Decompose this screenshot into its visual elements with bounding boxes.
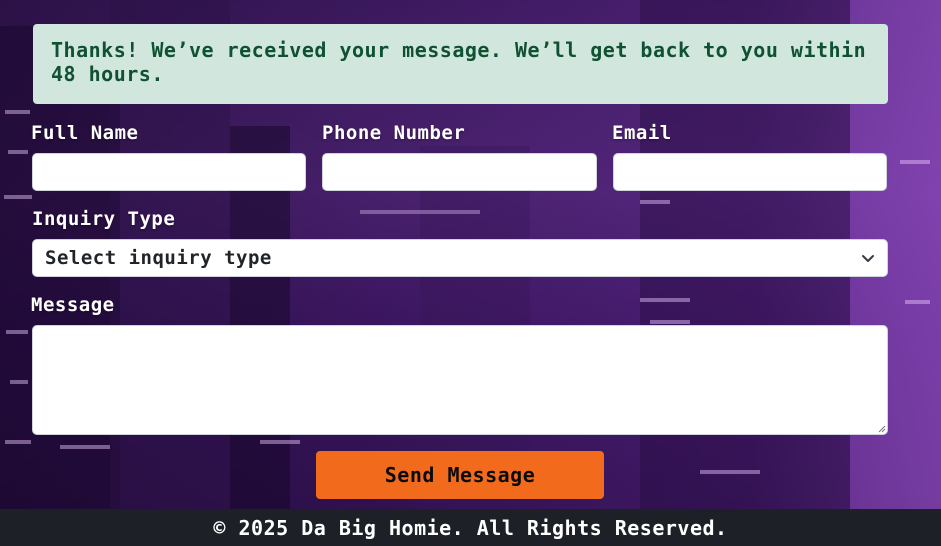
success-message: Thanks! We’ve received your message. We’…: [51, 38, 867, 86]
inquiry-type-selected: Select inquiry type: [45, 247, 272, 269]
chevron-down-icon: [862, 255, 874, 262]
phone-number-label: Phone Number: [322, 122, 466, 144]
message-textarea[interactable]: [32, 325, 888, 435]
send-message-button[interactable]: Send Message: [316, 451, 604, 499]
email-label: Email: [612, 122, 672, 144]
success-alert: Thanks! We’ve received your message. We’…: [33, 24, 888, 104]
full-name-input[interactable]: [32, 153, 306, 191]
message-label: Message: [31, 294, 115, 316]
inquiry-type-label: Inquiry Type: [32, 208, 176, 230]
resize-grip-icon[interactable]: [878, 425, 886, 433]
phone-number-input[interactable]: [322, 153, 597, 191]
full-name-label: Full Name: [31, 122, 139, 144]
send-message-label: Send Message: [384, 463, 536, 487]
footer: © 2025 Da Big Homie. All Rights Reserved…: [0, 509, 941, 546]
inquiry-type-select[interactable]: Select inquiry type: [32, 239, 888, 277]
copyright-text: © 2025 Da Big Homie. All Rights Reserved…: [213, 515, 728, 540]
email-input[interactable]: [613, 153, 887, 191]
